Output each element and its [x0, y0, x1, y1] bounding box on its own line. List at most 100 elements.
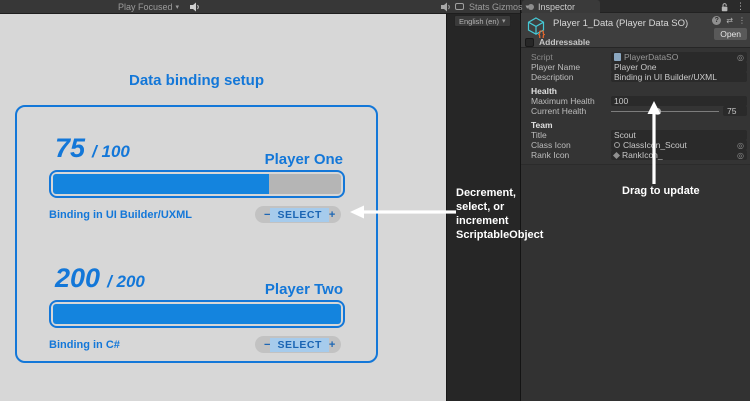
game-audio-button[interactable] [440, 0, 451, 13]
health-bar-track [53, 304, 341, 324]
chevron-down-icon: ▾ [502, 17, 506, 25]
gizmos-dropdown[interactable]: Gizmos ▾ [492, 0, 529, 13]
binding-caption: Binding in UI Builder/UXML [49, 209, 192, 221]
rank-icon-label: Rank Icon [525, 150, 611, 160]
player-one-group: 75 / 100 Player One Binding in UI Builde… [17, 133, 376, 228]
player-name-label: Player Name [525, 62, 611, 72]
speaker-icon [440, 2, 451, 12]
chevron-down-icon: ▾ [526, 3, 530, 11]
current-health-label: Current Health [525, 106, 611, 116]
page-title: Data binding setup [15, 72, 378, 89]
kebab-menu-icon[interactable]: ⋮ [738, 16, 746, 25]
inspector-header: {} Player 1_Data (Player Data SO) ? ⇄ ⋮ … [521, 13, 750, 48]
data-binding-panel: 75 / 100 Player One Binding in UI Builde… [15, 105, 378, 363]
class-icon-label: Class Icon [525, 140, 611, 150]
addressable-label: Addressable [539, 37, 590, 47]
annotation-arrow-left [350, 203, 456, 221]
slider-annotation: Drag to update [622, 185, 700, 197]
help-icon[interactable]: ? [712, 16, 721, 25]
rank-icon-row: Rank Icon RankIcon_ ◎ [525, 150, 747, 160]
maximum-health-field[interactable]: 100 [611, 96, 747, 106]
kebab-menu-icon[interactable]: ⋮ [736, 1, 745, 12]
stats-button[interactable]: Stats [469, 0, 490, 13]
title-row: Title Scout [525, 130, 747, 140]
title-label: Title [525, 130, 611, 140]
gizmos-label: Gizmos [492, 2, 523, 12]
chevron-down-icon: ▾ [176, 3, 180, 11]
increment-button[interactable]: + [329, 339, 335, 351]
rank-icon-field[interactable]: RankIcon_ ◎ [611, 150, 747, 160]
play-focused-dropdown[interactable]: Play Focused ▾ [118, 0, 179, 13]
health-bar-track [53, 174, 341, 194]
binding-caption: Binding in C# [49, 339, 120, 351]
team-section-header: Team [531, 120, 553, 130]
maximum-health-label: Maximum Health [525, 96, 611, 106]
rank-icon-thumbnail [613, 151, 620, 158]
open-button[interactable]: Open [714, 28, 747, 40]
description-label: Description [525, 72, 611, 82]
annotation-line: select, or [456, 200, 566, 214]
stats-label: Stats [469, 2, 490, 12]
class-icon-row: Class Icon ClassIcon_Scout ◎ [525, 140, 747, 150]
presets-icon[interactable]: ⇄ [726, 16, 733, 25]
asset-title: Player 1_Data (Player Data SO) [553, 18, 688, 29]
select-button[interactable]: SELECT [270, 208, 328, 222]
title-field[interactable]: Scout [611, 130, 747, 140]
maximum-health-row: Maximum Health 100 [525, 96, 747, 106]
player-name-value: Player One [614, 62, 657, 72]
language-selector-dropdown[interactable]: English (en) ▾ [454, 15, 511, 27]
player-one-stepper: − SELECT + [255, 206, 341, 223]
description-field[interactable]: Binding in UI Builder/UXML [611, 72, 747, 82]
player-two-group: 200 / 200 Player Two Binding in C# − SEL… [17, 263, 376, 358]
object-picker-icon[interactable]: ◎ [737, 141, 744, 150]
health-section-header: Health [531, 86, 557, 96]
tab-inspector[interactable]: Inspector [522, 0, 600, 13]
game-capture-button[interactable] [455, 0, 464, 13]
script-field[interactable]: PlayerDataSO ◎ [611, 52, 747, 62]
current-health-row: Current Health 75 [525, 106, 747, 116]
lock-icon[interactable] [720, 2, 729, 12]
script-row: Script PlayerDataSO ◎ [525, 52, 747, 62]
player-one-health-text: 75 / 100 [55, 133, 130, 164]
current-health-value: 200 [55, 263, 100, 294]
player-two-health-text: 200 / 200 [55, 263, 145, 294]
play-focused-label: Play Focused [118, 2, 173, 12]
mute-audio-button[interactable] [189, 0, 200, 13]
inspector-tab-bar: Inspector ⋮ [521, 0, 750, 13]
stepper-annotation: Decrement, select, or increment Scriptab… [456, 186, 566, 242]
description-row: Description Binding in UI Builder/UXML [525, 72, 747, 82]
current-health-value-field[interactable]: 75 [723, 106, 747, 116]
monitor-icon [455, 3, 464, 10]
annotation-arrow-up [646, 101, 662, 184]
unity-editor-window: Play Focused ▾ Stats Gizmos ▾ Data bindi… [0, 0, 750, 401]
current-health-value: 75 [55, 133, 85, 164]
title-value: Scout [614, 130, 636, 140]
player-one-name: Player One [265, 151, 343, 168]
player-one-health-bar [49, 170, 345, 198]
annotation-line: ScriptableObject [456, 228, 566, 242]
maximum-health-value: 100 [614, 96, 628, 106]
health-bar-fill [53, 304, 341, 324]
select-button[interactable]: SELECT [270, 338, 328, 352]
annotation-line: Decrement, [456, 186, 566, 200]
game-view-toolbar: Play Focused ▾ Stats Gizmos ▾ [0, 0, 520, 14]
scriptable-object-icon: {} [526, 16, 548, 38]
class-icon-field[interactable]: ClassIcon_Scout ◎ [611, 140, 747, 150]
class-icon-thumbnail [614, 142, 620, 148]
script-value: PlayerDataSO [624, 52, 678, 62]
max-health-value: / 100 [92, 142, 130, 162]
player-two-health-bar [49, 300, 345, 328]
player-name-field[interactable]: Player One [611, 62, 747, 72]
object-picker-icon[interactable]: ◎ [737, 151, 744, 160]
annotation-line: increment [456, 214, 566, 228]
script-label: Script [525, 52, 611, 62]
description-value: Binding in UI Builder/UXML [614, 72, 717, 82]
current-health-slider[interactable] [611, 106, 719, 116]
health-bar-fill [53, 174, 269, 194]
object-picker-icon[interactable]: ◎ [737, 53, 744, 62]
addressable-checkbox[interactable] [525, 38, 534, 47]
speaker-icon [189, 2, 200, 12]
inspector-tab-label: Inspector [538, 2, 575, 12]
increment-button[interactable]: + [329, 209, 335, 221]
csharp-script-icon [614, 53, 621, 61]
